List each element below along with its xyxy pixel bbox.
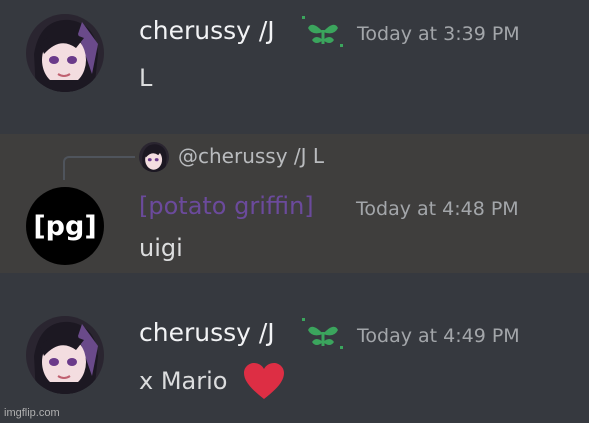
reply-preview[interactable]: @cherussy /J L — [178, 144, 324, 168]
watermark: imgflip.com — [4, 407, 60, 419]
message-2-reply: @cherussy /J L [pg] [potato griffin] Tod… — [0, 134, 589, 273]
user-avatar[interactable] — [26, 316, 104, 394]
timestamp: Today at 3:39 PM — [357, 23, 520, 45]
message-1: cherussy /J Today at 3:39 PM L — [0, 0, 589, 134]
username[interactable]: cherussy /J — [139, 16, 275, 45]
username[interactable]: [potato griffin] — [139, 192, 314, 220]
message-3: cherussy /J Today at 4:49 PM x Mario — [0, 273, 589, 423]
timestamp: Today at 4:48 PM — [356, 198, 519, 220]
message-content: L — [139, 64, 153, 92]
message-content: uigi — [139, 234, 183, 262]
reply-connector — [63, 156, 135, 180]
user-avatar[interactable] — [26, 14, 104, 92]
sprout-badge-icon[interactable] — [302, 14, 344, 50]
timestamp: Today at 4:49 PM — [357, 325, 520, 347]
pg-avatar[interactable]: [pg] — [26, 187, 104, 265]
message-text: x Mario — [139, 367, 228, 395]
message-content: x Mario — [139, 363, 285, 401]
username[interactable]: cherussy /J — [139, 318, 275, 347]
avatar-text: [pg] — [33, 210, 97, 242]
heart-emoji-icon — [244, 363, 285, 399]
sprout-badge-icon[interactable] — [302, 316, 344, 352]
reply-avatar[interactable] — [139, 142, 169, 172]
